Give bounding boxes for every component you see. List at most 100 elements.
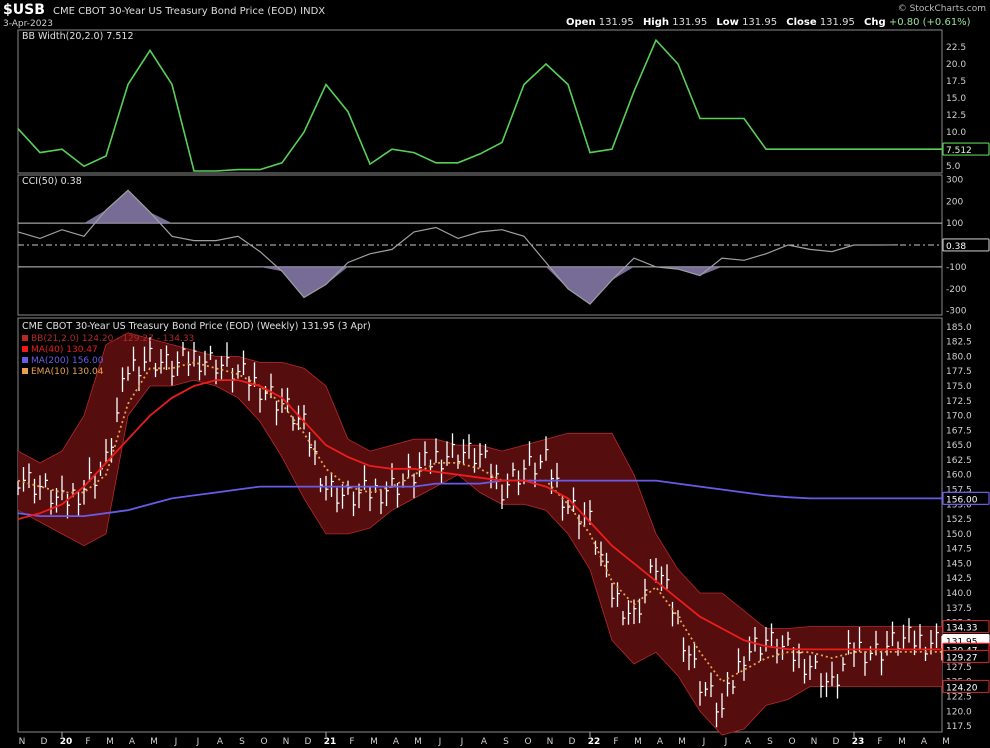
price-tick: 150.0 <box>946 530 972 540</box>
x-axis-label: J <box>724 737 728 747</box>
bb-width-tick: 17.5 <box>946 77 966 87</box>
x-axis-label: J <box>174 737 178 747</box>
price-tick: 140.0 <box>946 589 972 599</box>
price-tick: 122.5 <box>946 693 972 703</box>
cci-last-tag: 0.38 <box>946 242 966 252</box>
x-axis-label: M <box>106 737 114 747</box>
price-title: CME CBOT 30-Year US Treasury Bond Price … <box>22 321 371 332</box>
bb-width-frame <box>17 29 943 174</box>
bb-width-tick: 22.5 <box>946 43 966 53</box>
x-axis-label: A <box>129 737 136 747</box>
legend-entry: EMA(10) 130.04 <box>31 367 104 377</box>
price-tick: 147.5 <box>946 545 972 555</box>
price-tick: 152.5 <box>946 515 972 525</box>
price-tick: 172.5 <box>946 397 972 407</box>
x-axis-label: J <box>196 737 200 747</box>
x-axis-label: 23 <box>852 737 865 747</box>
legend-entry: BB(21,2.0) 124.20 - 129.27 - 134.33 <box>31 334 194 344</box>
x-axis-label: 22 <box>588 737 601 747</box>
x-axis-label: 20 <box>60 737 73 747</box>
ma40-line <box>17 379 942 651</box>
x-axis-label: N <box>811 737 818 747</box>
price-value-tag: 129.27 <box>946 653 978 663</box>
bb-width-title: BB Width(20,2.0) 7.512 <box>22 31 134 42</box>
x-axis-label: O <box>788 737 795 747</box>
price-tick: 117.5 <box>946 722 972 732</box>
x-axis-label: D <box>833 737 840 747</box>
legend-swatch <box>22 368 28 374</box>
x-axis-label: F <box>877 737 882 747</box>
bb-width-tick: 12.5 <box>946 111 966 121</box>
legend-swatch <box>22 357 28 363</box>
price-value-tag: 156.00 <box>946 495 978 505</box>
x-axis-label: S <box>767 737 773 747</box>
cci-tick: -100 <box>946 263 967 273</box>
bb-width-line <box>17 38 942 172</box>
bb-width-panel: 5.07.510.012.515.017.520.022.5BB Width(2… <box>17 29 990 174</box>
price-panel: 117.5120.0122.5125.0127.5130.0132.5135.0… <box>17 317 990 736</box>
x-axis-label: A <box>745 737 752 747</box>
x-axis-label: O <box>260 737 267 747</box>
cci-oversold-fill <box>18 266 898 305</box>
price-tick: 120.0 <box>946 707 972 717</box>
bb-width-tick: 15.0 <box>946 94 966 104</box>
price-tick: 177.5 <box>946 367 972 377</box>
x-axis: N D 20 F M A M J J A S O N D 21 F M A M J J A S O N D 22 F M A M J J A S O N… <box>19 732 950 747</box>
x-axis-label: M <box>414 737 422 747</box>
x-axis-label: J <box>460 737 464 747</box>
legend-swatch <box>22 335 28 341</box>
x-axis-label: A <box>921 737 928 747</box>
x-axis-label: F <box>613 737 618 747</box>
x-axis-label: M <box>370 737 378 747</box>
x-axis-label: M <box>150 737 158 747</box>
x-axis-label: A <box>657 737 664 747</box>
bb-width-tick: 10.0 <box>946 128 966 138</box>
bb-width-tick: 20.0 <box>946 60 966 70</box>
price-tick: 137.5 <box>946 604 972 614</box>
x-axis-label: J <box>438 737 442 747</box>
price-tick: 162.5 <box>946 456 972 466</box>
cci-overbought-fill <box>18 190 898 224</box>
stock-chart: 5.07.510.012.515.017.520.022.5BB Width(2… <box>17 29 990 747</box>
price-tick: 182.5 <box>946 338 972 348</box>
x-axis-label: N <box>547 737 554 747</box>
x-axis-label: J <box>702 737 706 747</box>
x-axis-label: M <box>898 737 906 747</box>
price-value-tag: 124.20 <box>946 683 978 693</box>
x-axis-label: M <box>942 737 950 747</box>
x-axis-label: S <box>503 737 509 747</box>
legend-entry: MA(40) 130.47 <box>31 345 98 355</box>
cci-tick: 300 <box>946 175 963 185</box>
cci-tick: 200 <box>946 197 963 207</box>
x-axis-label: O <box>524 737 531 747</box>
x-axis-label: D <box>41 737 48 747</box>
cci-line <box>17 189 899 305</box>
price-tick: 185.0 <box>946 323 972 333</box>
cci-title: CCI(50) 0.38 <box>22 176 82 187</box>
cci-tick: -300 <box>946 307 967 317</box>
price-value-tag: 134.33 <box>946 624 978 634</box>
x-axis-label: M <box>678 737 686 747</box>
price-tick: 145.0 <box>946 559 972 569</box>
x-axis-label: F <box>85 737 90 747</box>
x-axis-label: D <box>305 737 312 747</box>
x-axis-label: A <box>481 737 488 747</box>
x-axis-label: S <box>239 737 245 747</box>
bb-width-tick: 5.0 <box>946 162 961 172</box>
price-tick: 170.0 <box>946 412 972 422</box>
bb-band-fill <box>18 332 942 735</box>
x-axis-label: M <box>634 737 642 747</box>
x-axis-label: 21 <box>324 737 337 747</box>
x-axis-label: F <box>349 737 354 747</box>
price-tick: 165.0 <box>946 441 972 451</box>
cci-tick: 100 <box>946 219 963 229</box>
x-axis-label: N <box>19 737 26 747</box>
cci-tick: -200 <box>946 285 967 295</box>
x-axis-label: A <box>393 737 400 747</box>
cci-panel: -300 -200 -100 100 200 300 CCI(50) 0.38 0.38 <box>17 174 990 317</box>
price-tick: 127.5 <box>946 663 972 673</box>
legend-swatch <box>22 346 28 352</box>
bb-width-last-tag: 7.512 <box>946 146 972 156</box>
price-tick: 180.0 <box>946 352 972 362</box>
price-tick: 175.0 <box>946 382 972 392</box>
